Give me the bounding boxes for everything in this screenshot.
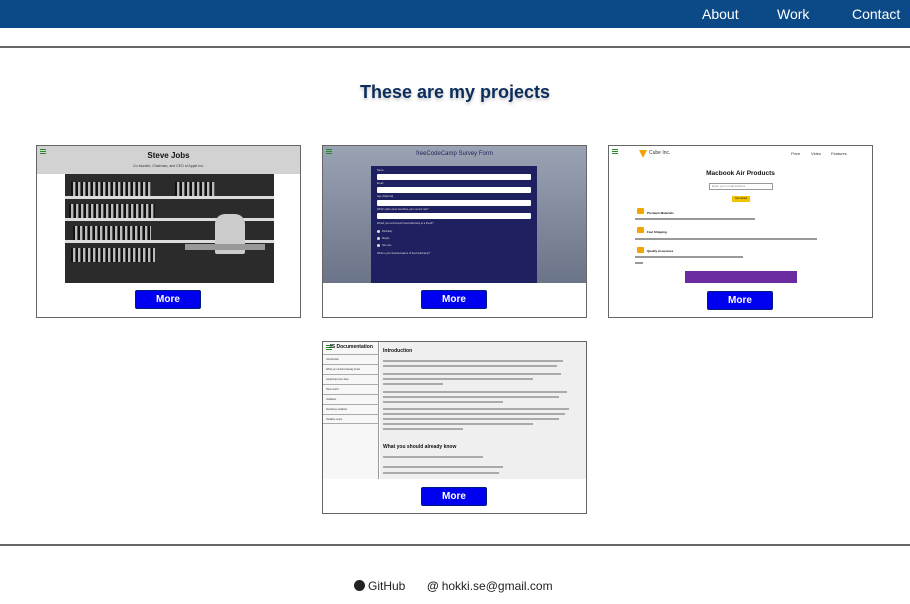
- radio-label: Not sure: [382, 244, 392, 247]
- project-thumbnail[interactable]: JS Documentation Introduction What you s…: [323, 342, 586, 479]
- email-label: hokki.se@gmail.com: [441, 579, 553, 593]
- form-select: [377, 213, 531, 219]
- radio-icon: [377, 237, 380, 240]
- form-label: Email: [377, 182, 384, 185]
- text-line: [635, 218, 755, 220]
- landing-title: Macbook Air Products: [706, 170, 775, 177]
- top-divider: [0, 46, 910, 48]
- text-line: [383, 391, 567, 393]
- tribute-title: Steve Jobs: [147, 151, 190, 160]
- docs-sidebar-title: JS Documentation: [329, 344, 373, 350]
- text-line: [635, 256, 743, 258]
- text-line: [383, 456, 483, 458]
- battery-icon: [637, 247, 644, 253]
- docs-nav-item: What you should already know: [323, 364, 379, 374]
- docs-nav-item: Declaring variables: [323, 404, 379, 414]
- more-button[interactable]: More: [707, 291, 773, 310]
- text-line: [383, 428, 463, 430]
- project-card-survey: freeCodeCamp Survey Form Name Email Age …: [322, 145, 587, 318]
- project-card-tribute: Steve Jobs Co-founder, Chairman, and CEO…: [36, 145, 301, 318]
- docs-nav-item: Introduction: [323, 354, 379, 364]
- nav-contact-link[interactable]: Contact: [852, 6, 900, 22]
- feature-title: Premium Materials: [647, 211, 674, 215]
- more-button[interactable]: More: [421, 290, 487, 309]
- bottom-divider: [0, 544, 910, 546]
- landing-nav-item: Video: [811, 151, 822, 156]
- docs-nav-item: JavaScript and Java: [323, 374, 379, 384]
- truck-icon: [637, 227, 644, 233]
- feature-title: Fast Shipping: [647, 230, 667, 234]
- github-icon: [354, 580, 365, 591]
- docs-heading: Introduction: [383, 348, 413, 354]
- landing-nav-item: Features: [831, 151, 847, 156]
- text-line: [635, 238, 817, 240]
- form-input: [377, 200, 531, 206]
- docs-nav-item: Hello world: [323, 384, 379, 394]
- radio-label: Maybe: [382, 237, 390, 240]
- text-line: [383, 365, 557, 367]
- docs-heading: What you should already know: [383, 444, 457, 450]
- brand-name: Cube Inc.: [649, 150, 671, 156]
- docs-nav-item: Variables: [323, 394, 379, 404]
- form-label: Would you recommend freeCodeCamp to a fr…: [377, 222, 434, 225]
- email-link[interactable]: @ hokki.se@gmail.com: [427, 579, 553, 593]
- form-input: [377, 174, 531, 180]
- form-input: [377, 187, 531, 193]
- project-thumbnail[interactable]: freeCodeCamp Survey Form Name Email Age …: [323, 146, 586, 283]
- text-line: [383, 373, 561, 375]
- github-label: GitHub: [368, 579, 406, 593]
- projects-heading: These are my projects: [359, 82, 551, 102]
- fire-icon: [637, 208, 644, 214]
- project-thumbnail[interactable]: Cube Inc. Price Video Features Macbook A…: [609, 146, 872, 283]
- menu-icon: [612, 149, 618, 154]
- form-label: Which option best describes your current…: [377, 208, 429, 211]
- text-line: [383, 360, 563, 362]
- text-line: [383, 383, 443, 385]
- text-line: [383, 423, 533, 425]
- get-started-button: Get started: [732, 196, 750, 202]
- radio-label: Definitely: [382, 230, 393, 233]
- text-line: [383, 378, 533, 380]
- github-link[interactable]: GitHub: [354, 579, 405, 593]
- radio-icon: [377, 244, 380, 247]
- nav-about-link[interactable]: About: [702, 6, 739, 22]
- text-line: [383, 472, 499, 474]
- docs-nav-item: Variable scope: [323, 414, 379, 424]
- nav-work-link[interactable]: Work: [777, 6, 809, 22]
- more-button[interactable]: More: [135, 290, 201, 309]
- text-line: [383, 413, 565, 415]
- tribute-header: Steve Jobs Co-founder, Chairman, and CEO…: [37, 146, 300, 174]
- text-line: [383, 401, 503, 403]
- video-embed: [685, 271, 797, 283]
- text-line: [383, 466, 503, 468]
- project-thumbnail[interactable]: Steve Jobs Co-founder, Chairman, and CEO…: [37, 146, 300, 283]
- form-label: What is your favorite feature of freeCod…: [377, 252, 431, 255]
- cube-logo-icon: [639, 150, 647, 158]
- at-icon: @: [427, 579, 439, 593]
- survey-title: freeCodeCamp Survey Form: [416, 151, 493, 157]
- landing-nav-item: Price: [791, 151, 801, 156]
- feature-title: Quality Assurance: [647, 249, 674, 253]
- navbar: About Work Contact: [0, 0, 910, 28]
- form-label: Name: [377, 169, 384, 172]
- docs-main: Introduction What you should already kno…: [380, 342, 586, 479]
- text-line: [383, 396, 559, 398]
- email-field: Enter your email address: [709, 183, 773, 190]
- survey-form: Name Email Age (Optional) Which option b…: [371, 166, 537, 283]
- text-line: [383, 418, 559, 420]
- tribute-photo: [65, 174, 274, 283]
- tribute-subtitle: Co-founder, Chairman, and CEO of Apple I…: [132, 164, 204, 168]
- form-label: Age (Optional): [377, 195, 394, 198]
- radio-icon: [377, 230, 380, 233]
- text-line: [383, 408, 569, 410]
- text-line: [635, 262, 643, 264]
- more-button[interactable]: More: [421, 487, 487, 506]
- project-card-docs: JS Documentation Introduction What you s…: [322, 341, 587, 514]
- project-card-landing: Cube Inc. Price Video Features Macbook A…: [608, 145, 873, 318]
- docs-sidebar: JS Documentation Introduction What you s…: [323, 342, 379, 479]
